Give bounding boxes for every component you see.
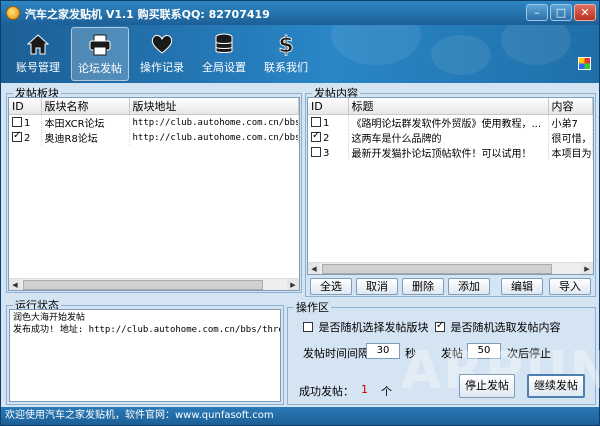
app-window: 汽车之家发贴机 V1.1 购买联系QQ: 82707419 – □ ✕ 账号管理… [0,0,600,426]
column-header-board-name[interactable]: 版块名称 [41,98,130,115]
post-content-cell: 小弟7 [548,114,593,130]
status-log[interactable]: 润色大海开始发帖 发布成功! 地址: http://club.autohome.… [9,309,281,402]
toolbar-operation-log[interactable]: 操作记录 [133,27,191,81]
main-toolbar: 账号管理 论坛发帖 操作记录 全局设置 $ 联系我们 [1,25,599,83]
operations-panel-legend: 操作区 [294,299,331,315]
app-logo-icon [6,6,20,20]
toolbar-contact-us[interactable]: $ 联系我们 [257,27,315,81]
interval-input[interactable]: 30 [366,343,400,359]
success-label: 成功发帖： [299,385,354,398]
row-checkbox[interactable] [311,146,321,157]
toolbar-label: 全局设置 [202,61,246,74]
random-board-label: 是否随机选择发帖版块 [318,321,429,334]
board-list[interactable]: ID 版块名称 版块地址 1 本田XCR论坛 http://club.autoh… [8,97,300,291]
palette-icon[interactable] [578,57,591,70]
toolbar-label: 操作记录 [140,61,184,74]
scroll-thumb[interactable] [23,280,263,290]
random-content-checkbox[interactable] [435,320,445,332]
row-id: 1 [24,117,31,129]
random-board-option[interactable]: 是否随机选择发帖版块 [303,319,429,335]
row-checkbox[interactable] [311,130,321,142]
table-row[interactable]: 1 本田XCR论坛 http://club.autohome.com.cn/bb… [9,114,299,130]
printer-icon [89,34,111,56]
count-label: 发帖 [441,347,463,360]
status-bar: 欢迎使用汽车之家发贴机，软件官网：www.qunfasoft.com [1,407,599,425]
add-button[interactable]: 添加 [448,278,490,295]
scroll-right-icon[interactable]: ▶ [287,279,299,290]
cancel-button[interactable]: 取消 [356,278,398,295]
table-row[interactable]: 3 最新开发猫扑论坛顶帖软件！可以试用！ 本项目为 [308,145,593,160]
svg-text:$: $ [278,33,293,57]
table-row[interactable]: 2 这两车是什么品牌的 很可惜， [308,130,593,145]
toolbar-global-settings[interactable]: 全局设置 [195,27,253,81]
select-all-button[interactable]: 全选 [310,278,352,295]
column-header-id[interactable]: ID [308,98,349,115]
row-checkbox[interactable] [12,130,22,142]
window-title: 汽车之家发贴机 V1.1 购买联系QQ: 82707419 [25,8,270,21]
edit-button[interactable]: 编辑 [501,278,543,295]
scroll-left-icon[interactable]: ◀ [308,263,320,274]
board-url-cell: http://club.autohome.com.cn/bbs/for [129,114,299,130]
scroll-right-icon[interactable]: ▶ [581,263,593,274]
row-id: 2 [24,132,31,144]
column-header-id[interactable]: ID [9,98,42,115]
home-icon [26,34,50,55]
row-id: 2 [323,132,330,144]
status-line: 发布成功! 地址: http://club.autohome.com.cn/bb… [13,325,281,335]
success-unit: 个 [381,385,392,398]
board-name-cell: 奥迪R8论坛 [41,130,130,145]
row-checkbox[interactable] [12,116,22,127]
delete-button[interactable]: 删除 [402,278,444,295]
import-button[interactable]: 导入 [549,278,591,295]
board-name-cell: 本田XCR论坛 [41,114,130,130]
status-line: 润色大海开始发帖 [13,313,86,323]
count-input[interactable]: 50 [467,343,501,359]
row-id: 1 [323,117,330,129]
dollar-icon: $ [278,33,294,57]
title-bar[interactable]: 汽车之家发贴机 V1.1 购买联系QQ: 82707419 – □ ✕ [1,1,599,25]
table-row[interactable]: 1 《路明论坛群发软件外贸版》使用教程，... 小弟7 [308,114,593,130]
minimize-button[interactable]: – [526,4,548,21]
close-button[interactable]: ✕ [574,4,596,21]
stop-posting-button[interactable]: 停止发帖 [459,374,515,398]
content-list-scrollbar[interactable]: ◀ ▶ [308,262,593,274]
post-content-cell: 很可惜， [548,130,593,145]
scroll-left-icon[interactable]: ◀ [9,279,21,290]
post-title-cell: 这两车是什么品牌的 [348,130,549,145]
post-title-cell: 最新开发猫扑论坛顶帖软件！可以试用！ [348,145,549,160]
random-content-option[interactable]: 是否随机选取发帖内容 [435,319,561,335]
window-controls: – □ ✕ [526,4,596,21]
count-suffix: 次后停止 [507,347,551,360]
continue-posting-button[interactable]: 继续发帖 [527,374,585,398]
table-row[interactable]: 2 奥迪R8论坛 http://club.autohome.com.cn/bbs… [9,130,299,145]
scroll-thumb[interactable] [322,264,552,274]
interval-unit: 秒 [405,347,416,360]
post-content-cell: 本项目为 [548,145,593,160]
row-id: 3 [323,147,330,159]
toolbar-forum-post[interactable]: 论坛发帖 [71,27,129,81]
column-header-title[interactable]: 标题 [348,98,549,115]
board-list-scrollbar[interactable]: ◀ ▶ [9,278,299,290]
content-list[interactable]: ID 标题 内容 1 《路明论坛群发软件外贸版》使用教程，... 小弟7 2 这… [307,97,594,275]
random-board-checkbox[interactable] [303,322,313,332]
maximize-button[interactable]: □ [550,4,572,21]
database-icon [215,33,233,53]
toolbar-account-manage[interactable]: 账号管理 [9,27,67,81]
board-url-cell: http://club.autohome.com.cn/bbs/for [129,130,299,145]
column-header-board-url[interactable]: 版块地址 [129,98,299,115]
post-title-cell: 《路明论坛群发软件外贸版》使用教程，... [348,114,549,130]
toolbar-label: 账号管理 [16,61,60,74]
random-content-label: 是否随机选取发帖内容 [450,321,561,334]
column-header-content[interactable]: 内容 [548,98,593,115]
interval-label: 发帖时间间隔 [303,347,369,360]
row-checkbox[interactable] [311,116,321,127]
success-count: 1 [361,383,368,396]
toolbar-label: 联系我们 [264,61,308,74]
heart-icon [151,35,173,54]
toolbar-label: 论坛发帖 [78,62,122,75]
